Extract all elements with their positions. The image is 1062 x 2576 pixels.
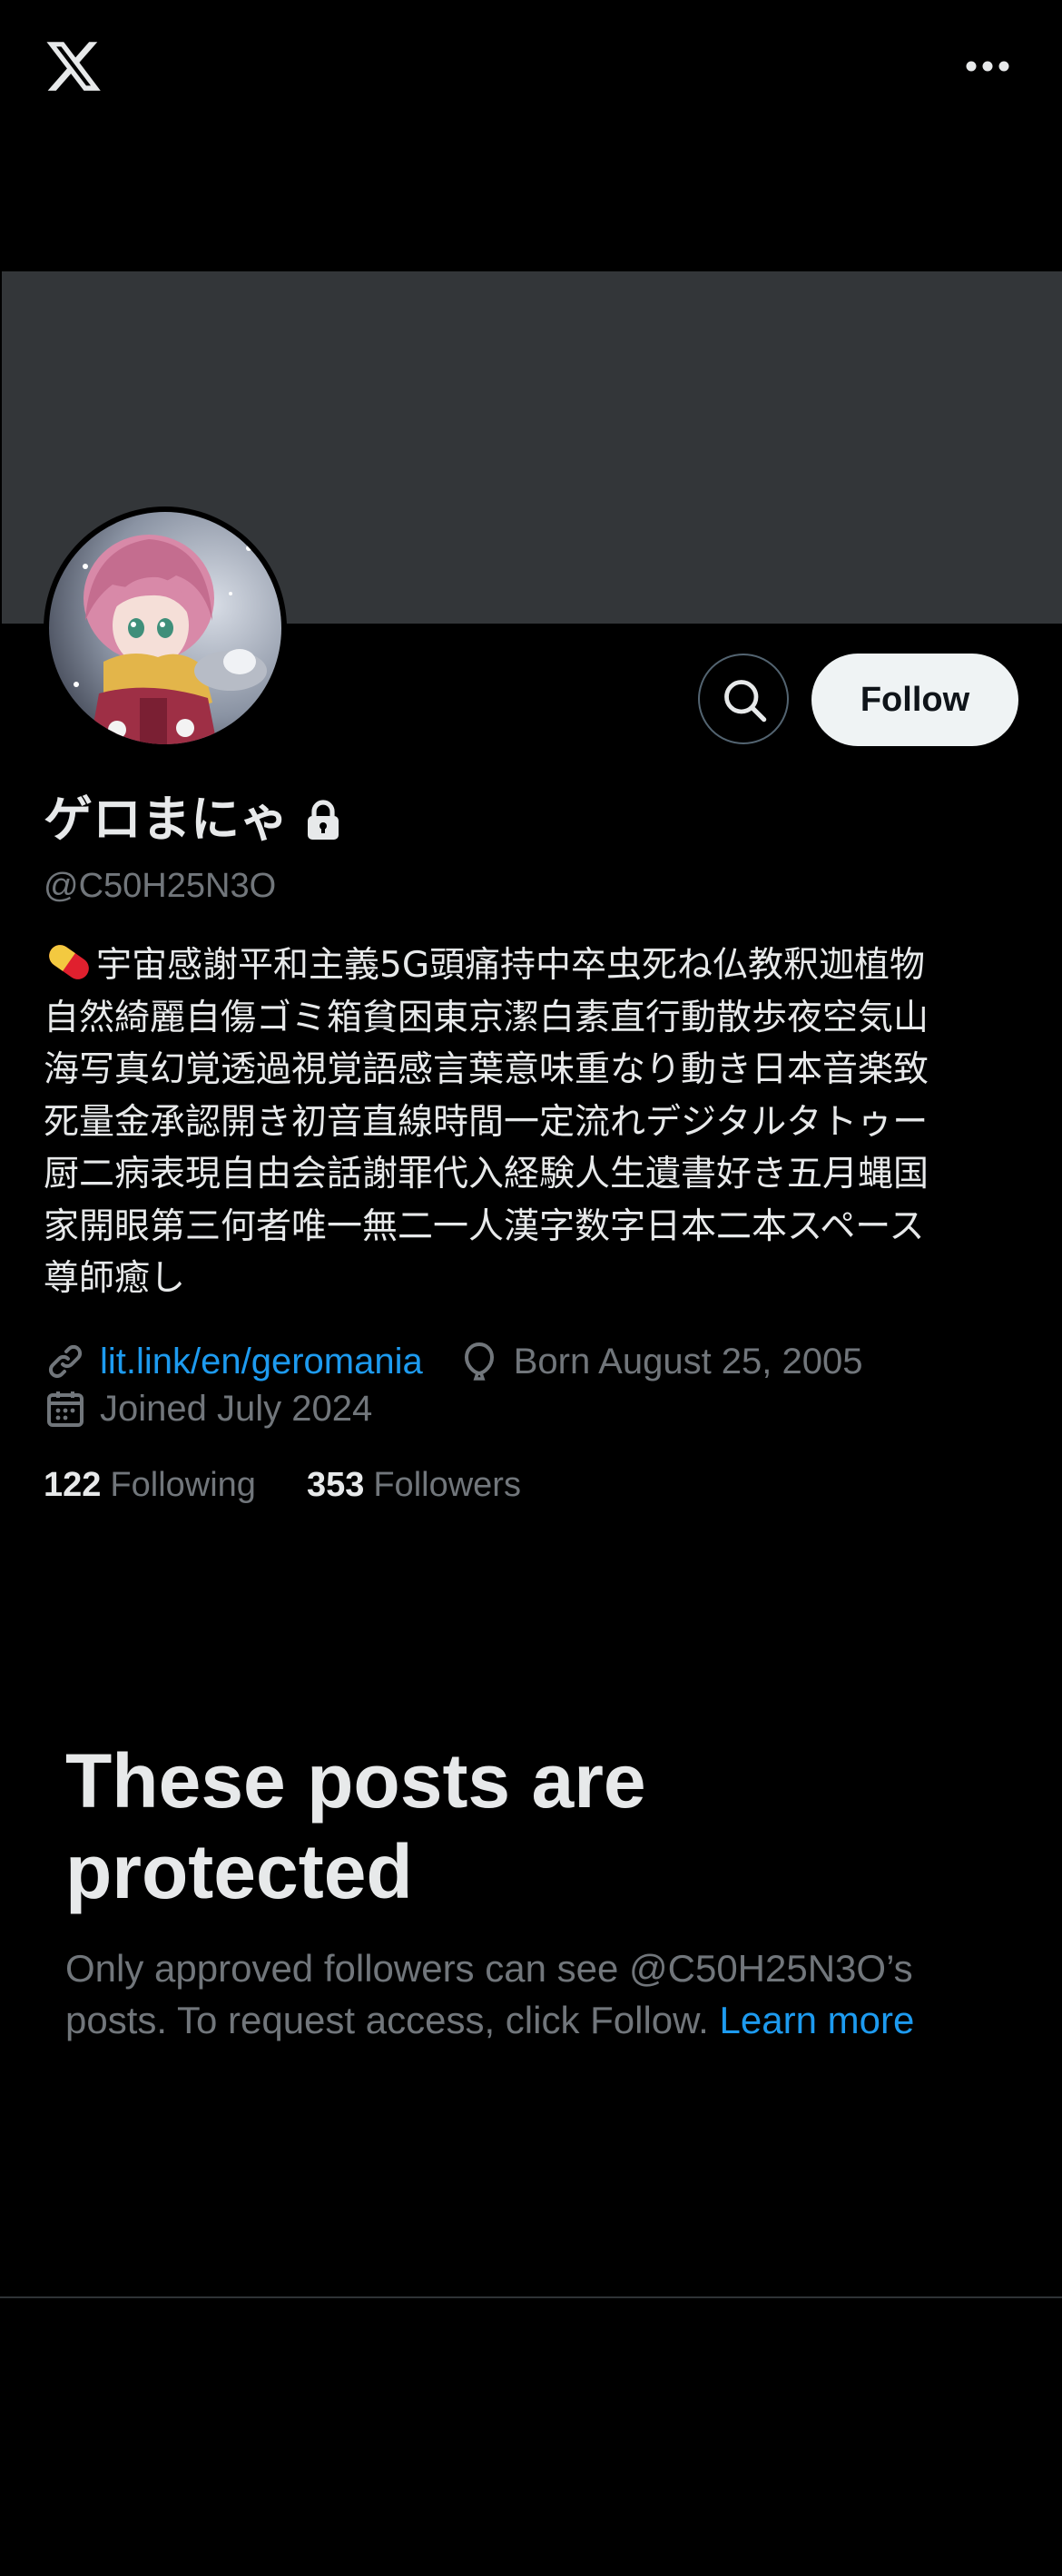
bottom-divider: [0, 2296, 1062, 2298]
website-link[interactable]: lit.link/en/geromania: [100, 1338, 423, 1385]
avatar-image: [49, 512, 281, 744]
profile-meta-row-1: lit.link/en/geromania Born August 25, 20…: [44, 1338, 863, 1385]
learn-more-link[interactable]: Learn more: [720, 1999, 915, 2041]
followers-label: Followers: [373, 1466, 521, 1504]
following-label: Following: [110, 1466, 256, 1504]
display-name-text: ゲロまにゃ: [44, 792, 289, 847]
display-name: ゲロまにゃ: [44, 788, 341, 851]
search-icon: [724, 680, 767, 723]
follow-stats: 122 Following 353 Followers: [44, 1461, 521, 1509]
joined-text: Joined July 2024: [100, 1389, 373, 1429]
following-count: 122: [44, 1466, 102, 1504]
balloon-icon: [464, 1342, 494, 1381]
more-horizontal-icon: [966, 61, 1009, 72]
birthday-text: Born August 25, 2005: [513, 1342, 863, 1381]
search-button[interactable]: [698, 654, 789, 744]
bio-text: 宇宙感謝平和主義5G頭痛持中卒虫死ね仏教釈迦植物 自然綺麗自傷ゴミ箱貧困東京潔白…: [44, 945, 929, 1299]
avatar[interactable]: [44, 506, 287, 750]
lock-icon: [308, 800, 339, 840]
protected-title: These posts are protected: [65, 1738, 646, 1914]
profile-bio: 宇宙感謝平和主義5G頭痛持中卒虫死ね仏教釈迦植物 自然綺麗自傷ゴミ箱貧困東京潔白…: [44, 939, 1024, 1305]
profile-handle: @C50H25N3O: [44, 867, 277, 905]
follow-button[interactable]: Follow: [811, 654, 1018, 746]
x-logo-icon[interactable]: [44, 36, 103, 96]
following-stat[interactable]: 122 Following: [44, 1461, 256, 1509]
more-options-button[interactable]: [953, 36, 1022, 96]
link-icon: [48, 1344, 83, 1379]
protected-description: Only approved followers can see @C50H25N…: [65, 1942, 973, 2046]
calendar-icon: [47, 1391, 84, 1427]
followers-stat[interactable]: 353 Followers: [307, 1461, 521, 1509]
followers-count: 353: [306, 1466, 365, 1504]
pill-icon: [49, 945, 89, 979]
profile-meta-row-2: Joined July 2024: [44, 1385, 372, 1432]
top-bar: [0, 0, 1062, 136]
